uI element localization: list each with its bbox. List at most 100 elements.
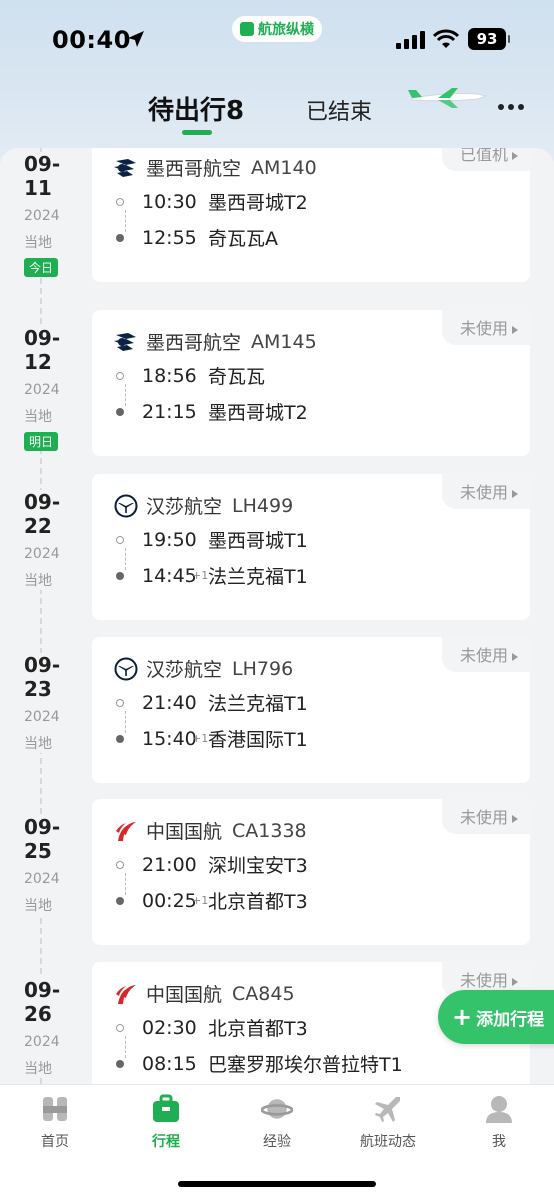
flight-number: LH499	[232, 494, 294, 517]
ticket-status-label: 未使用	[459, 319, 508, 338]
departure-time: 21:40	[142, 691, 197, 714]
flight-card[interactable]: 未使用 汉莎航空 LH796 21:40 法兰克福T1 15:40 +1 香港国际T1	[92, 637, 530, 783]
trip-local-time-label: 当地	[24, 898, 52, 914]
ticket-status-button[interactable]: 已值机	[441, 148, 530, 171]
ticket-status-label: 未使用	[459, 971, 508, 990]
nav-me-label: 我	[492, 1134, 506, 1150]
tab-upcoming[interactable]: 待出行8	[148, 90, 244, 127]
departure-row: 21:40 法兰克福T1	[114, 689, 308, 716]
arrival-time: 21:15	[142, 400, 197, 423]
lufthansa-logo	[114, 494, 138, 518]
next-day-indicator: +1	[192, 894, 209, 907]
trip-year: 2024	[24, 208, 60, 224]
trip-item: 09-22 2024 当地 未使用 汉莎航空 LH499 19:50 墨西哥城T1 14:45 +…	[0, 474, 554, 624]
add-trip-button[interactable]: + 添加行程	[438, 990, 554, 1044]
nav-experience-label: 经验	[263, 1134, 291, 1150]
trip-list[interactable]: 09-11 2024 当地 今日 已值机 墨西哥航空 AM140 10:30 墨西哥城T2 12:…	[0, 148, 554, 1084]
ticket-status-button[interactable]: 未使用	[441, 310, 530, 345]
arrival-airport: 北京首都T3	[208, 891, 308, 913]
wifi-icon	[433, 29, 459, 48]
departure-row: 21:00 深圳宝安T3	[114, 851, 308, 878]
ticket-status-button[interactable]: 未使用	[441, 799, 530, 834]
ticket-status-button[interactable]: 未使用	[441, 637, 530, 672]
ticket-status-label: 未使用	[459, 646, 508, 665]
nav-flight-status[interactable]: 航班动态	[333, 1093, 443, 1151]
chevron-right-icon	[512, 652, 518, 661]
trip-item: 09-23 2024 当地 未使用 汉莎航空 LH796 21:40 法兰克福T1 15:40 +…	[0, 637, 554, 787]
airline-name: 墨西哥航空	[146, 158, 242, 180]
arrival-row: 00:25 +1 北京首都T3	[114, 887, 308, 914]
arrival-time: 08:15	[142, 1052, 197, 1075]
departure-row: 19:50 墨西哥城T1	[114, 526, 308, 553]
next-day-indicator: +1	[192, 569, 209, 582]
airline-name: 中国国航	[146, 984, 223, 1006]
nav-home-label: 首页	[41, 1134, 69, 1150]
arrival-airport: 法兰克福T1	[208, 566, 308, 588]
app-name-pill[interactable]: 航旅纵横	[232, 16, 322, 42]
trip-date: 09-23	[24, 653, 61, 701]
nav-me[interactable]: 我	[444, 1093, 554, 1151]
departure-row: 10:30 墨西哥城T2	[114, 188, 308, 215]
chevron-right-icon	[512, 151, 518, 160]
nav-experience[interactable]: 经验	[222, 1093, 332, 1151]
tab-finished[interactable]: 已结束	[306, 94, 372, 126]
trip-year: 2024	[24, 709, 60, 725]
arrival-dot	[116, 734, 124, 743]
departure-dot	[116, 371, 124, 380]
flight-card[interactable]: 未使用 中国国航 CA1338 21:00 深圳宝安T3 00:25 +1 北京首都T3	[92, 799, 530, 945]
nav-trips[interactable]: 行程	[111, 1093, 221, 1151]
nav-home[interactable]: 首页	[0, 1093, 110, 1151]
airline-row: 墨西哥航空 AM140	[114, 154, 317, 181]
departure-airport: 法兰克福T1	[208, 693, 308, 715]
ticket-status-label: 未使用	[459, 808, 508, 827]
flight-card[interactable]: 未使用 汉莎航空 LH499 19:50 墨西哥城T1 14:45 +1 法兰克福T1	[92, 474, 530, 620]
departure-airport: 奇瓦瓦	[208, 366, 266, 388]
ticket-status-label: 未使用	[459, 483, 508, 502]
lufthansa-logo	[114, 657, 138, 681]
arrival-row: 08:15 巴塞罗那埃尔普拉特T1	[114, 1050, 403, 1077]
nav-flight-status-label: 航班动态	[360, 1134, 416, 1150]
trip-date: 09-26	[24, 978, 61, 1026]
arrival-row: 12:55 奇瓦瓦A	[114, 224, 278, 251]
arrival-row: 15:40 +1 香港国际T1	[114, 725, 308, 752]
departure-dot	[116, 860, 124, 869]
trip-year: 2024	[24, 546, 60, 562]
departure-airport: 墨西哥城T2	[208, 192, 308, 214]
flight-card[interactable]: 已值机 墨西哥航空 AM140 10:30 墨西哥城T2 12:55 奇瓦瓦A	[92, 148, 530, 282]
flight-number: CA1338	[232, 819, 307, 842]
arrival-airport: 巴塞罗那埃尔普拉特T1	[208, 1054, 403, 1076]
arrival-time: 00:25	[142, 889, 197, 912]
add-trip-label: 添加行程	[476, 1009, 545, 1030]
arrival-time: 14:45	[142, 564, 197, 587]
planet-icon	[261, 1093, 293, 1125]
arrival-airport: 墨西哥城T2	[208, 402, 308, 424]
flight-number: CA845	[232, 982, 295, 1005]
trip-date-column: 09-12 2024 当地 明日	[24, 326, 84, 451]
status-time: 00:40	[52, 26, 131, 54]
flight-number: AM140	[251, 156, 317, 179]
trip-item: 09-12 2024 当地 明日 未使用 墨西哥航空 AM145 18:56 奇瓦瓦 21:15 墨…	[0, 310, 554, 460]
plane-icon	[372, 1093, 404, 1125]
arrival-dot	[116, 233, 124, 242]
trip-date-column: 09-23 2024 当地	[24, 653, 84, 753]
more-options-button[interactable]	[498, 104, 524, 110]
departure-time: 21:00	[142, 853, 197, 876]
ticket-status-label: 已值机	[459, 148, 508, 164]
departure-airport: 北京首都T3	[208, 1018, 308, 1040]
aeromexico-logo	[114, 330, 138, 354]
trip-local-time-label: 当地	[24, 409, 52, 425]
suitcase-icon	[150, 1093, 182, 1125]
ticket-status-button[interactable]: 未使用	[441, 474, 530, 509]
arrival-row: 14:45 +1 法兰克福T1	[114, 562, 308, 589]
trip-year: 2024	[24, 871, 60, 887]
chevron-right-icon	[512, 814, 518, 823]
flight-card[interactable]: 未使用 墨西哥航空 AM145 18:56 奇瓦瓦 21:15 墨西哥城T2	[92, 310, 530, 456]
next-day-indicator: +1	[192, 732, 209, 745]
app-name-label: 航旅纵横	[258, 22, 314, 38]
arrival-time: 15:40	[142, 727, 197, 750]
flight-number: LH796	[232, 657, 294, 680]
arrival-dot	[116, 407, 124, 416]
day-badge: 明日	[24, 432, 59, 451]
tab-active-underline	[182, 130, 212, 135]
trip-date: 09-11	[24, 152, 61, 200]
